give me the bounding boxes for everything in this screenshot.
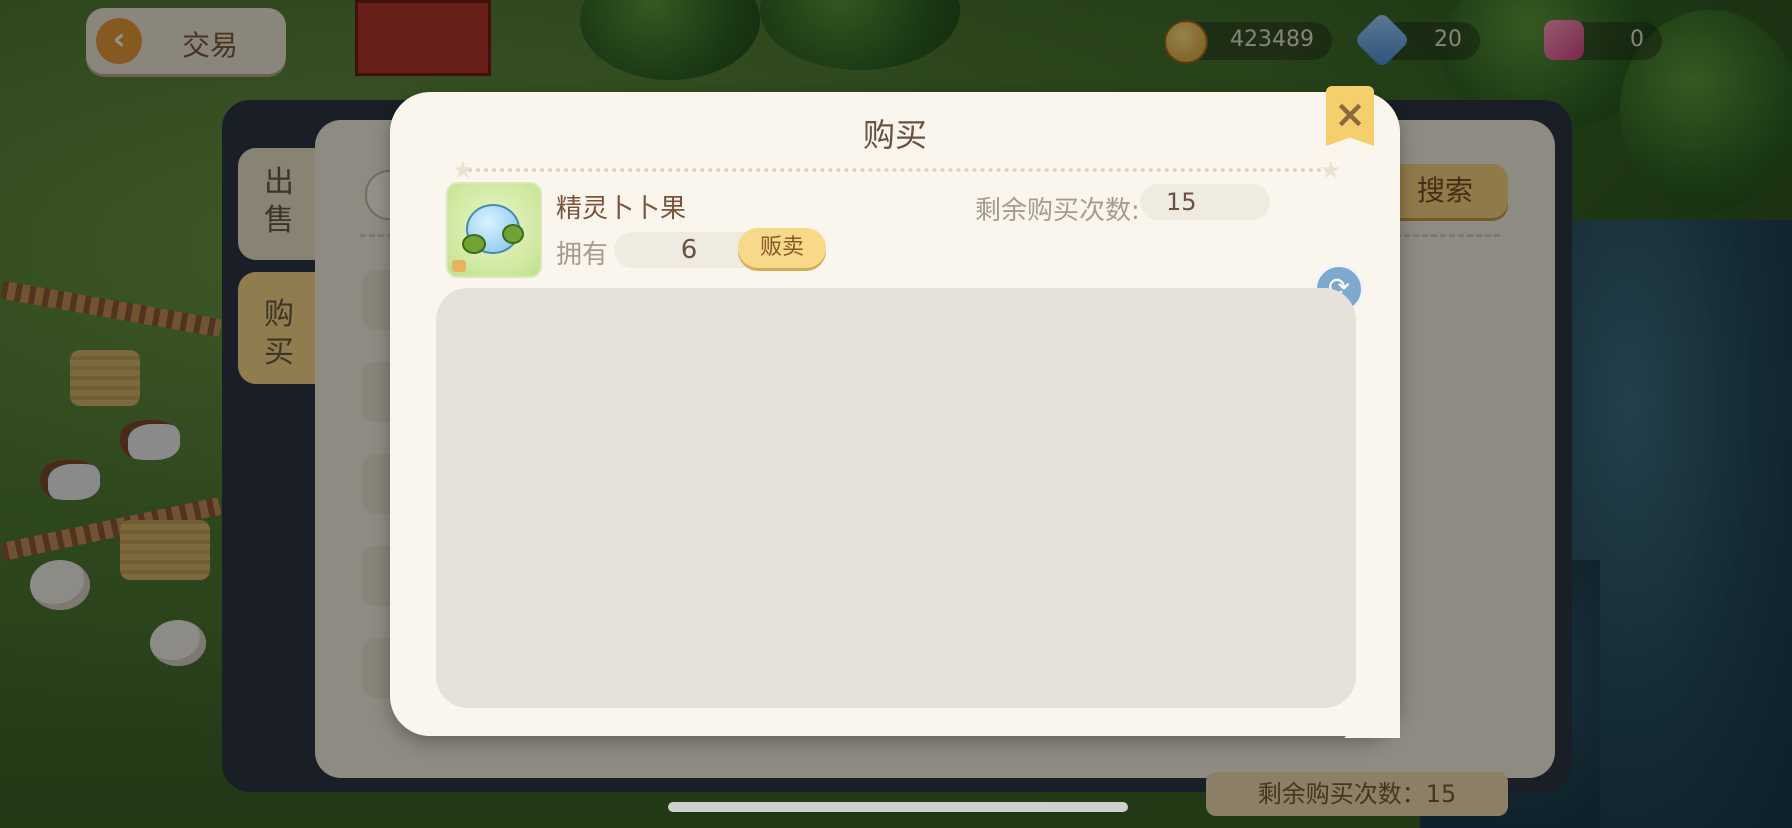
sell-button[interactable]: 贩卖 xyxy=(738,228,826,268)
page-curl xyxy=(1344,684,1400,738)
home-indicator[interactable] xyxy=(668,802,1128,812)
leaf-icon xyxy=(462,234,486,254)
remaining-purchases-value: 15 xyxy=(1140,184,1270,220)
title-divider xyxy=(460,168,1330,172)
star-icon: ★ xyxy=(1320,156,1342,184)
item-name: 精灵卜卜果 xyxy=(556,194,687,224)
modal-title: 购买 xyxy=(862,116,927,154)
owned-label: 拥有 xyxy=(556,240,609,270)
star-icon: ★ xyxy=(452,156,474,184)
item-thumbnail xyxy=(446,182,542,278)
leaf-icon xyxy=(502,224,524,244)
close-icon[interactable]: × xyxy=(1326,86,1374,146)
purchase-list-area xyxy=(436,288,1356,708)
lock-icon xyxy=(452,260,466,272)
purchase-modal: 购买 ★ ★ × 精灵卜卜果 拥有 6 贩卖 剩余购买次数: 15 ⟳ xyxy=(390,86,1400,738)
remaining-purchases-label: 剩余购买次数: xyxy=(975,196,1140,226)
